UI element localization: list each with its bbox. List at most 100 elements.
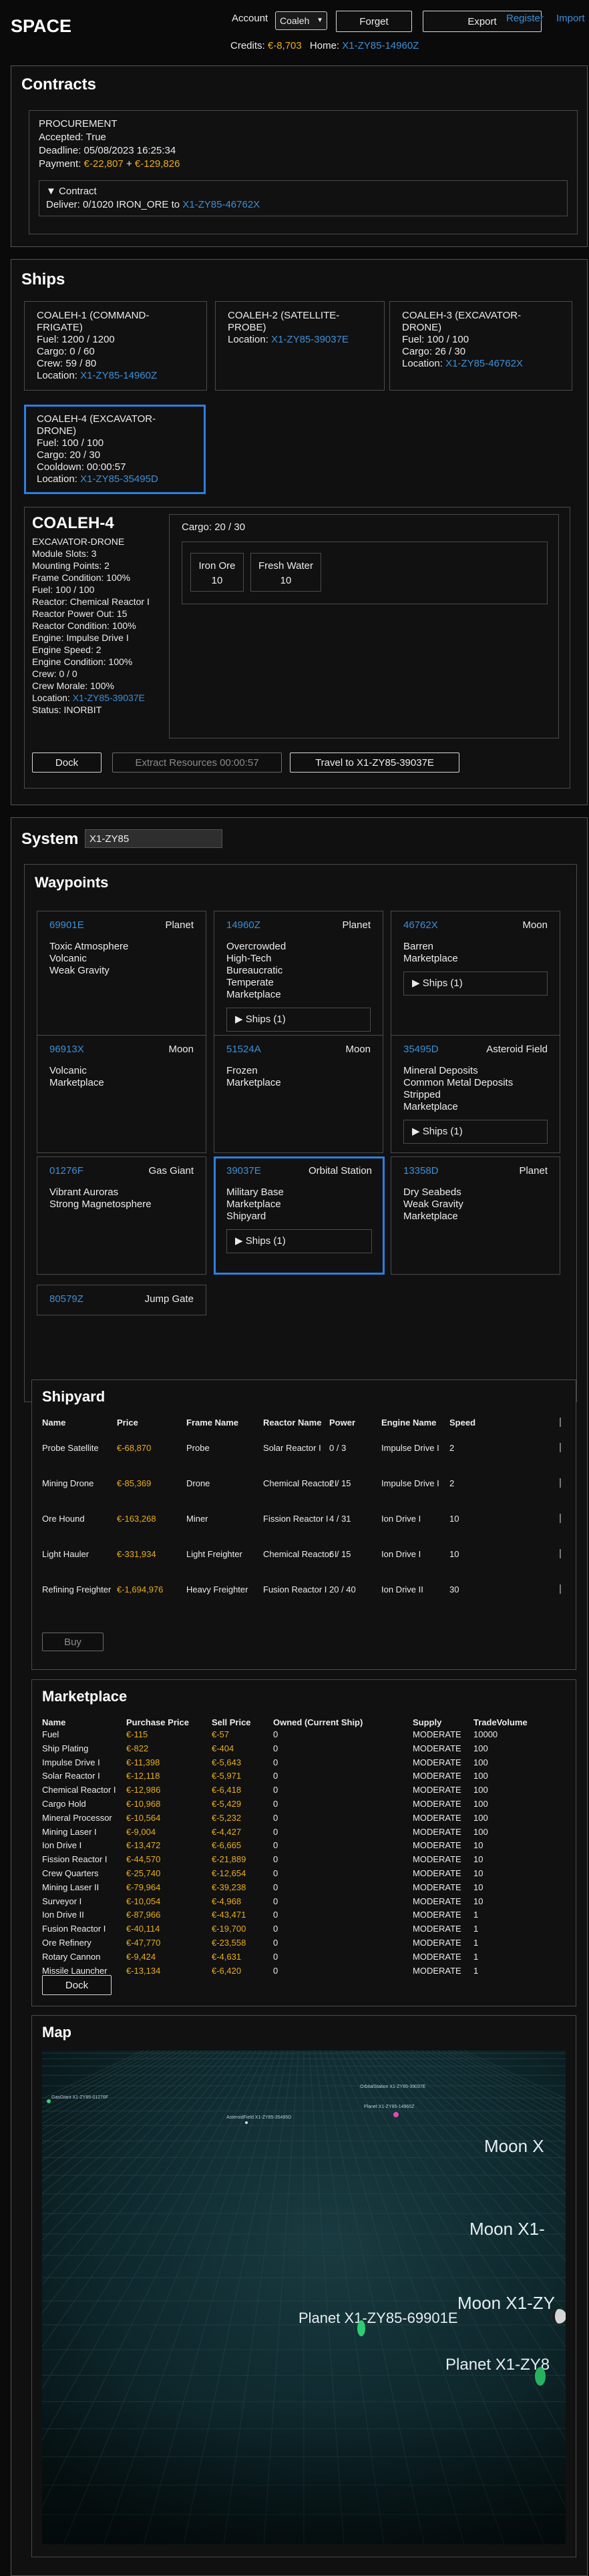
waypoint-id-link[interactable]: 51524A: [226, 1044, 261, 1055]
waypoint-ships-toggle[interactable]: ▶ Ships (1): [226, 1229, 372, 1253]
market-cell: €-10,564: [126, 1812, 161, 1823]
shipyard-cell: Ion Drive I: [381, 1514, 421, 1524]
market-cell: €-43,471: [212, 1910, 246, 1920]
market-cell: 0: [273, 1951, 278, 1962]
cargo-item-name: Fresh Water: [258, 560, 313, 572]
waypoint-type: Planet: [165, 919, 194, 931]
shipyard-cell: €-68,870: [117, 1443, 152, 1453]
shipyard-cell: 20 / 40: [329, 1584, 356, 1594]
shipyard-row-overflow: [560, 1514, 561, 1523]
waypoint-card[interactable]: 13358D Planet Dry Seabeds Weak Gravity Marke…: [391, 1156, 560, 1275]
waypoint-type: Moon: [345, 1044, 371, 1055]
shipyard-cell: Light Freighter: [186, 1549, 242, 1559]
market-cell: 100: [473, 1743, 488, 1753]
ship-fuel: Fuel: 100 / 100: [402, 334, 469, 345]
market-cell: €-12,654: [212, 1868, 246, 1878]
waypoint-id-link[interactable]: 01276F: [49, 1165, 83, 1176]
ship-location-link[interactable]: X1-ZY85-46762X: [445, 358, 523, 369]
waypoint-card[interactable]: 46762X Moon Barren Marketplace ▶ Ships (1): [391, 911, 560, 1055]
market-cell: MODERATE: [413, 1910, 461, 1920]
waypoint-ships-toggle[interactable]: ▶ Ships (1): [403, 972, 548, 996]
waypoint-card[interactable]: 69901E Planet Toxic Atmosphere Volcanic Weak…: [37, 911, 206, 1055]
market-cell: €-10,968: [126, 1799, 161, 1809]
market-cell: 0: [273, 1771, 278, 1781]
contract-toggle[interactable]: ▼ Contract: [46, 185, 560, 198]
waypoint-card[interactable]: 35495D Asteroid Field Mineral Deposits Comm…: [391, 1035, 560, 1153]
ships-panel: Ships COALEH-1 (COMMAND-FRIGATE) Fuel: 1…: [11, 259, 588, 805]
register-link[interactable]: Register: [506, 13, 544, 24]
ship-detail-stat: Reactor: Chemical Reactor I: [32, 596, 150, 607]
account-select[interactable]: Coaleh ▼: [275, 11, 327, 30]
market-cell: 10: [473, 1840, 483, 1851]
waypoint-trait: Vibrant Auroras: [49, 1187, 119, 1198]
waypoint-id-link[interactable]: 80579Z: [49, 1293, 83, 1305]
payment-plus: +: [126, 158, 132, 170]
ship-location-link[interactable]: X1-ZY85-35495D: [80, 473, 158, 485]
waypoint-ships-toggle[interactable]: ▶ Ships (1): [226, 1008, 371, 1032]
waypoint-type: Orbital Station: [308, 1165, 372, 1176]
waypoint-card[interactable]: 01276F Gas Giant Vibrant Auroras Strong Mag…: [37, 1156, 206, 1275]
shipyard-cell: 2 / 15: [329, 1478, 351, 1488]
ship-detail-location: Location: X1-ZY85-39037E: [32, 692, 150, 704]
map-svg[interactable]: OrbitalStation X1-ZY85-39037E AsteroidFi…: [42, 2051, 566, 2545]
waypoint-id-link[interactable]: 13358D: [403, 1165, 439, 1176]
market-cell: 0: [273, 1743, 278, 1753]
waypoint-ships-toggle[interactable]: ▶ Ships (1): [403, 1120, 548, 1144]
system-input[interactable]: [85, 829, 222, 848]
shipyard-cell: Fusion Reactor I: [263, 1584, 327, 1594]
deliver-destination-link[interactable]: X1-ZY85-46762X: [182, 199, 260, 210]
marketplace-table: Name Purchase Price Sell Price Owned (Curre…: [42, 1717, 570, 1976]
market-dock-button[interactable]: Dock: [42, 1975, 112, 1995]
buy-button[interactable]: Buy: [42, 1633, 104, 1651]
market-header: Supply: [413, 1717, 442, 1727]
waypoint-trait: Marketplace: [403, 1211, 458, 1222]
waypoint-id-link[interactable]: 96913X: [49, 1044, 84, 1055]
market-row-name: Ion Drive II: [42, 1910, 84, 1920]
waypoint-id-link[interactable]: 14960Z: [226, 919, 260, 931]
waypoint-trait: Marketplace: [403, 953, 458, 964]
market-row-name: Ship Plating: [42, 1743, 89, 1753]
extract-resources-button[interactable]: Extract Resources 00:00:57: [112, 753, 282, 773]
waypoint-card[interactable]: 39037E Orbital Station Military Base Market…: [214, 1156, 385, 1275]
ship-card-selected[interactable]: COALEH-4 (EXCAVATOR-DRONE) Fuel: 100 / 1…: [24, 405, 206, 494]
waypoint-card[interactable]: 96913X Moon Volcanic Marketplace: [37, 1035, 206, 1153]
shipyard-cell: 2: [449, 1443, 455, 1453]
waypoint-header: 13358D Planet: [403, 1165, 548, 1178]
ship-card[interactable]: COALEH-2 (SATELLITE-PROBE) Location: X1-…: [215, 301, 385, 391]
waypoint-card[interactable]: 51524A Moon Frozen Marketplace: [214, 1035, 383, 1153]
import-link[interactable]: Import: [556, 13, 585, 24]
payment-on-accept: €-22,807: [83, 158, 124, 170]
waypoint-card[interactable]: 80579Z Jump Gate: [37, 1285, 206, 1315]
ship-card[interactable]: COALEH-3 (EXCAVATOR-DRONE) Fuel: 100 / 1…: [389, 301, 572, 391]
home-link[interactable]: X1-ZY85-14960Z: [342, 40, 419, 51]
waypoint-id-link[interactable]: 39037E: [226, 1165, 261, 1176]
ship-cargo: Cargo: 20 / 30: [37, 449, 101, 461]
ship-cargo: Cargo: 0 / 60: [37, 346, 95, 357]
ship-location-link[interactable]: X1-ZY85-14960Z: [80, 370, 157, 381]
waypoint-id-link[interactable]: 35495D: [403, 1044, 439, 1055]
shipyard-cell: Probe: [186, 1443, 210, 1453]
contract-terms[interactable]: ▼ Contract Deliver: 0/1020 IRON_ORE to X…: [39, 180, 568, 216]
waypoint-type: Planet: [519, 1165, 548, 1176]
market-cell: €-5,971: [212, 1771, 242, 1781]
waypoint-id-link[interactable]: 46762X: [403, 919, 438, 931]
dock-button[interactable]: Dock: [32, 753, 102, 773]
market-cell: 1: [473, 1910, 479, 1920]
market-cell: 1: [473, 1924, 479, 1934]
ship-detail-stat: Mounting Points: 2: [32, 560, 110, 571]
market-cell: MODERATE: [413, 1799, 461, 1809]
forget-button[interactable]: Forget: [336, 11, 412, 32]
market-cell: €-9,004: [126, 1826, 156, 1837]
shipyard-title: Shipyard: [42, 1388, 106, 1405]
ship-location-link[interactable]: X1-ZY85-39037E: [271, 334, 349, 345]
shipyard-row-overflow: [560, 1549, 561, 1558]
map-canvas[interactable]: OrbitalStation X1-ZY85-39037E AsteroidFi…: [42, 2051, 566, 2545]
waypoint-trait: Bureaucratic: [226, 965, 283, 976]
waypoint-card[interactable]: 14960Z Planet Overcrowded High-Tech Bureaucr…: [214, 911, 383, 1055]
waypoint-id-link[interactable]: 69901E: [49, 919, 84, 931]
ship-card[interactable]: COALEH-1 (COMMAND-FRIGATE) Fuel: 1200 / …: [24, 301, 207, 391]
market-row-name: Chemical Reactor I: [42, 1785, 116, 1795]
market-row-name: Mining Laser I: [42, 1826, 97, 1837]
travel-button[interactable]: Travel to X1-ZY85-39037E: [290, 753, 459, 773]
ship-detail-location-link[interactable]: X1-ZY85-39037E: [73, 692, 145, 703]
